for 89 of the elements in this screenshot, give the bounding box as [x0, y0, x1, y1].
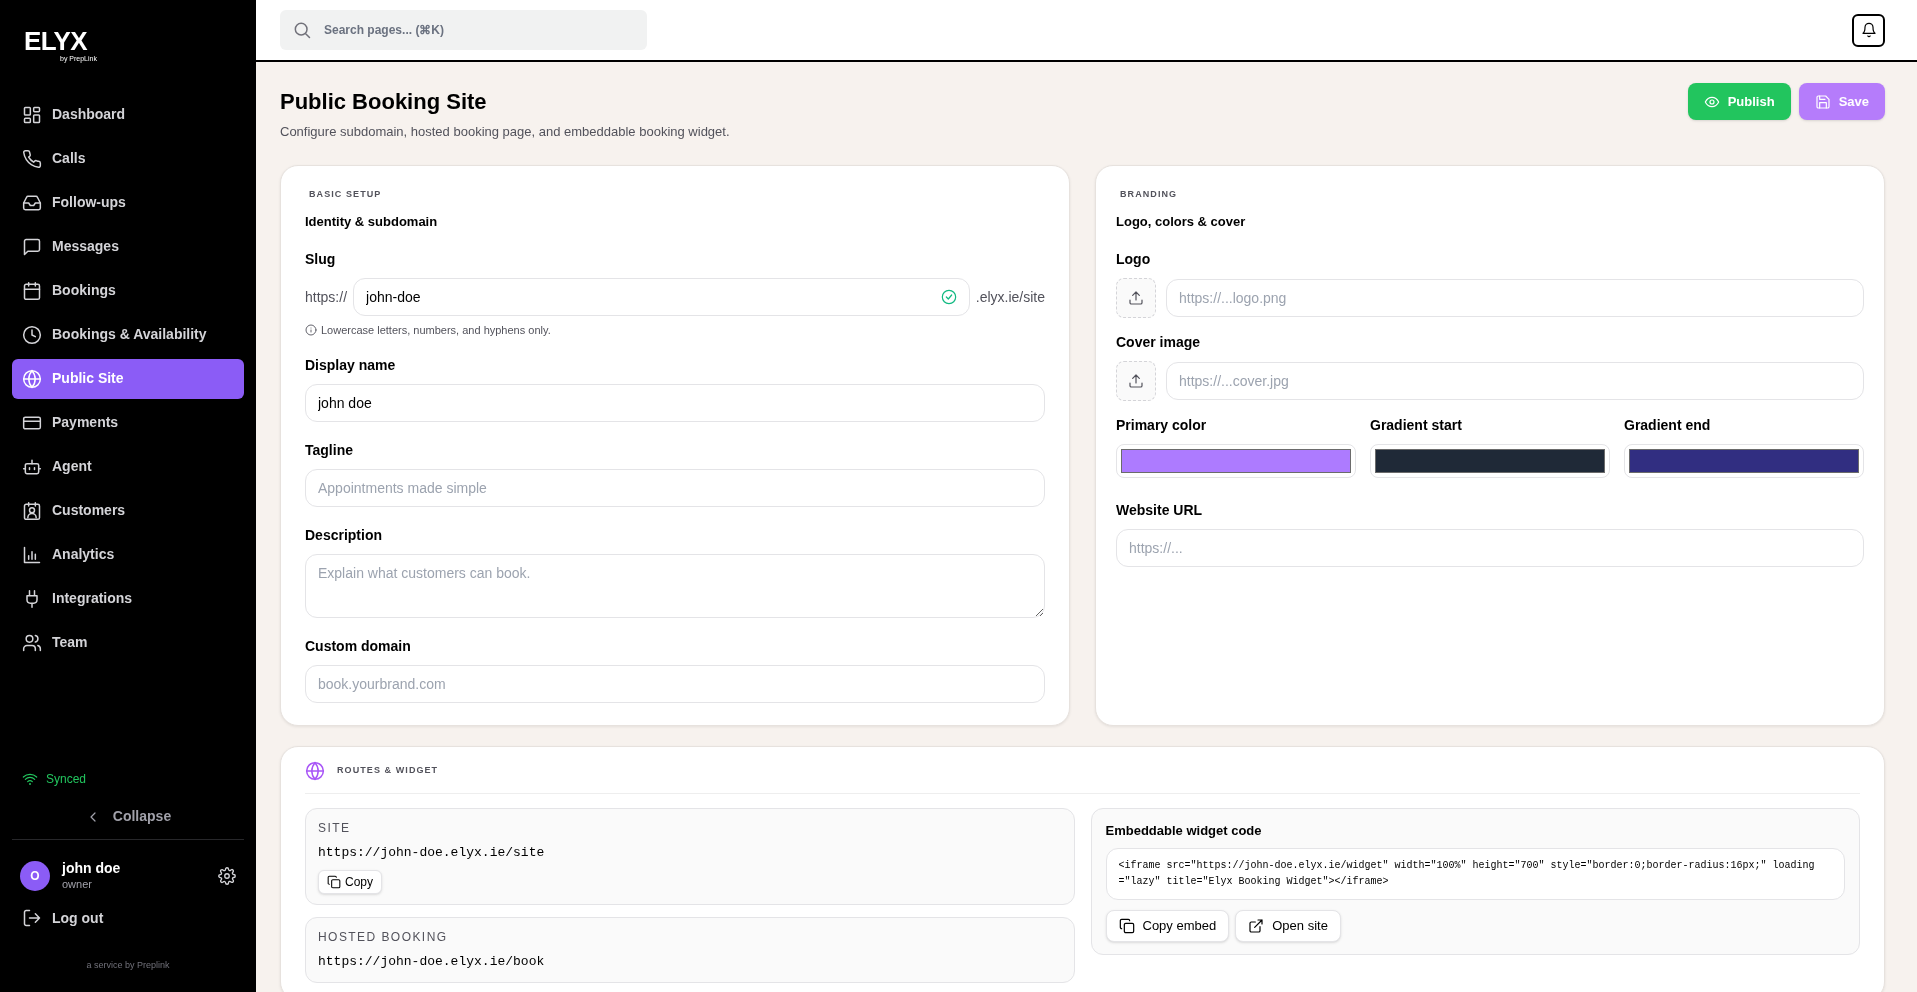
sidebar-item[interactable]: Customers [12, 490, 244, 531]
sidebar-item[interactable]: Agent [12, 446, 244, 487]
floppy-icon [1814, 93, 1831, 110]
field-label: Logo [1116, 250, 1152, 269]
sidebar-item[interactable]: Messages [12, 226, 244, 267]
section-heading: Logo, colors & cover [1116, 212, 1247, 231]
search-icon [292, 20, 312, 40]
upload-icon [1128, 373, 1144, 389]
input-field[interactable]: book.yourbrand.com [305, 664, 1045, 703]
section-eyebrow: BASIC SETUP [308, 188, 383, 201]
field-label: Description [305, 525, 383, 545]
input-field[interactable]: https://...logo.png [1166, 279, 1864, 317]
info-icon [305, 324, 317, 337]
field-label: Primary color [1116, 416, 1208, 435]
input-field[interactable]: https://... [1116, 529, 1864, 567]
field-label: Website URL [1116, 501, 1204, 520]
sidebar-item[interactable]: Calls [12, 138, 244, 179]
slug-field[interactable]: john-doe [353, 278, 970, 316]
sidebar-item[interactable]: Dashboard [12, 94, 244, 135]
field-label: Custom domain [305, 636, 412, 656]
input-field[interactable]: https://...cover.jpg [1166, 362, 1864, 400]
url-suffix: .elyx.ie/site [975, 287, 1045, 307]
sync-status: Synced [46, 771, 87, 789]
upload-button[interactable] [1116, 361, 1156, 401]
route-url: https://john-doe.elyx.ie/site [318, 843, 546, 862]
section-eyebrow: ROUTES & WIDGET [337, 763, 439, 777]
logout-link[interactable]: Log out [12, 907, 244, 929]
collapse-button[interactable]: Collapse [84, 806, 172, 828]
calendar-icon [22, 280, 42, 301]
field-label: Cover image [1116, 333, 1202, 352]
field-label: Display name [305, 355, 397, 375]
field-label: Tagline [305, 440, 354, 460]
phone-icon [22, 148, 42, 169]
contact-icon [22, 500, 42, 521]
sidebar-item[interactable]: Integrations [12, 578, 244, 619]
users-icon [22, 632, 42, 653]
upload-icon [1128, 290, 1144, 306]
sidebar-item[interactable]: Analytics [12, 534, 244, 575]
logout-icon [22, 908, 42, 928]
open-site-button[interactable]: Open site [1235, 910, 1341, 942]
field-label: Slug [305, 250, 337, 269]
user-role: owner [62, 877, 93, 892]
settings-icon [218, 866, 236, 885]
embed-heading: Embeddable widget code [1105, 821, 1263, 840]
notifications-button[interactable] [1852, 13, 1885, 47]
check-circle-icon [940, 289, 957, 305]
copy-embed-button[interactable]: Copy embed [1105, 910, 1230, 942]
sidebar-item[interactable]: Bookings [12, 270, 244, 311]
clock-icon [22, 324, 42, 345]
hint-text: Lowercase letters, numbers, and hyphens only. [321, 323, 551, 338]
chat-icon [22, 236, 42, 257]
upload-button[interactable] [1116, 278, 1156, 318]
slug-input[interactable]: john-doe [366, 286, 941, 308]
external-link-icon [1248, 918, 1265, 934]
field-label: Gradient start [1370, 416, 1463, 435]
text-area[interactable]: Explain what customers can book. [305, 553, 1045, 618]
sidebar-item[interactable]: Public Site [12, 358, 244, 399]
search-input[interactable]: Search pages... (⌘K) [324, 21, 635, 39]
wifi-icon [22, 771, 38, 788]
sidebar-item[interactable]: Bookings & Availability [12, 314, 244, 355]
route-url: https://john-doe.elyx.ie/book [318, 953, 546, 971]
bar-chart-icon [22, 544, 42, 565]
grid-icon [22, 104, 42, 125]
page-subtitle: Configure subdomain, hosted booking page, and embeddable booking widget. [280, 122, 730, 141]
sidebar-item[interactable]: Payments [12, 402, 244, 443]
input-field[interactable]: Appointments made simple [305, 468, 1045, 507]
sidebar-item[interactable]: Team [12, 622, 244, 663]
globe-icon [305, 760, 325, 781]
copy-icon [327, 875, 341, 889]
settings-button[interactable] [218, 866, 236, 885]
section-heading: Identity & subdomain [305, 212, 439, 231]
route-label: HOSTED BOOKING [318, 929, 449, 946]
sidebar-item[interactable]: Follow-ups [12, 182, 244, 223]
globe-icon [22, 368, 42, 389]
search-field[interactable]: Search pages... (⌘K) [280, 10, 647, 50]
avatar: O [20, 860, 50, 891]
code-block: <iframe src="https://john-doe.elyx.ie/widget" width="100%" height="700" style="border:0;border-radius:16px;" loading="lazy" title="Elyx Booking Widget"></iframe> [1105, 848, 1845, 900]
user-name: john doe [62, 860, 122, 878]
copy-button[interactable]: Copy [318, 870, 382, 894]
bell-icon [1860, 22, 1877, 38]
input-field[interactable]: john doe [305, 383, 1045, 422]
section-eyebrow: BRANDING [1119, 188, 1179, 201]
logo: ELYX [24, 28, 87, 54]
route-label: SITE [318, 819, 352, 837]
footer-text: a service by Preplink [86, 958, 170, 972]
field-label: Gradient end [1624, 416, 1712, 435]
url-prefix: https:// [305, 287, 348, 307]
page-title: Public Booking Site [280, 88, 488, 116]
copy-icon [1118, 918, 1135, 934]
